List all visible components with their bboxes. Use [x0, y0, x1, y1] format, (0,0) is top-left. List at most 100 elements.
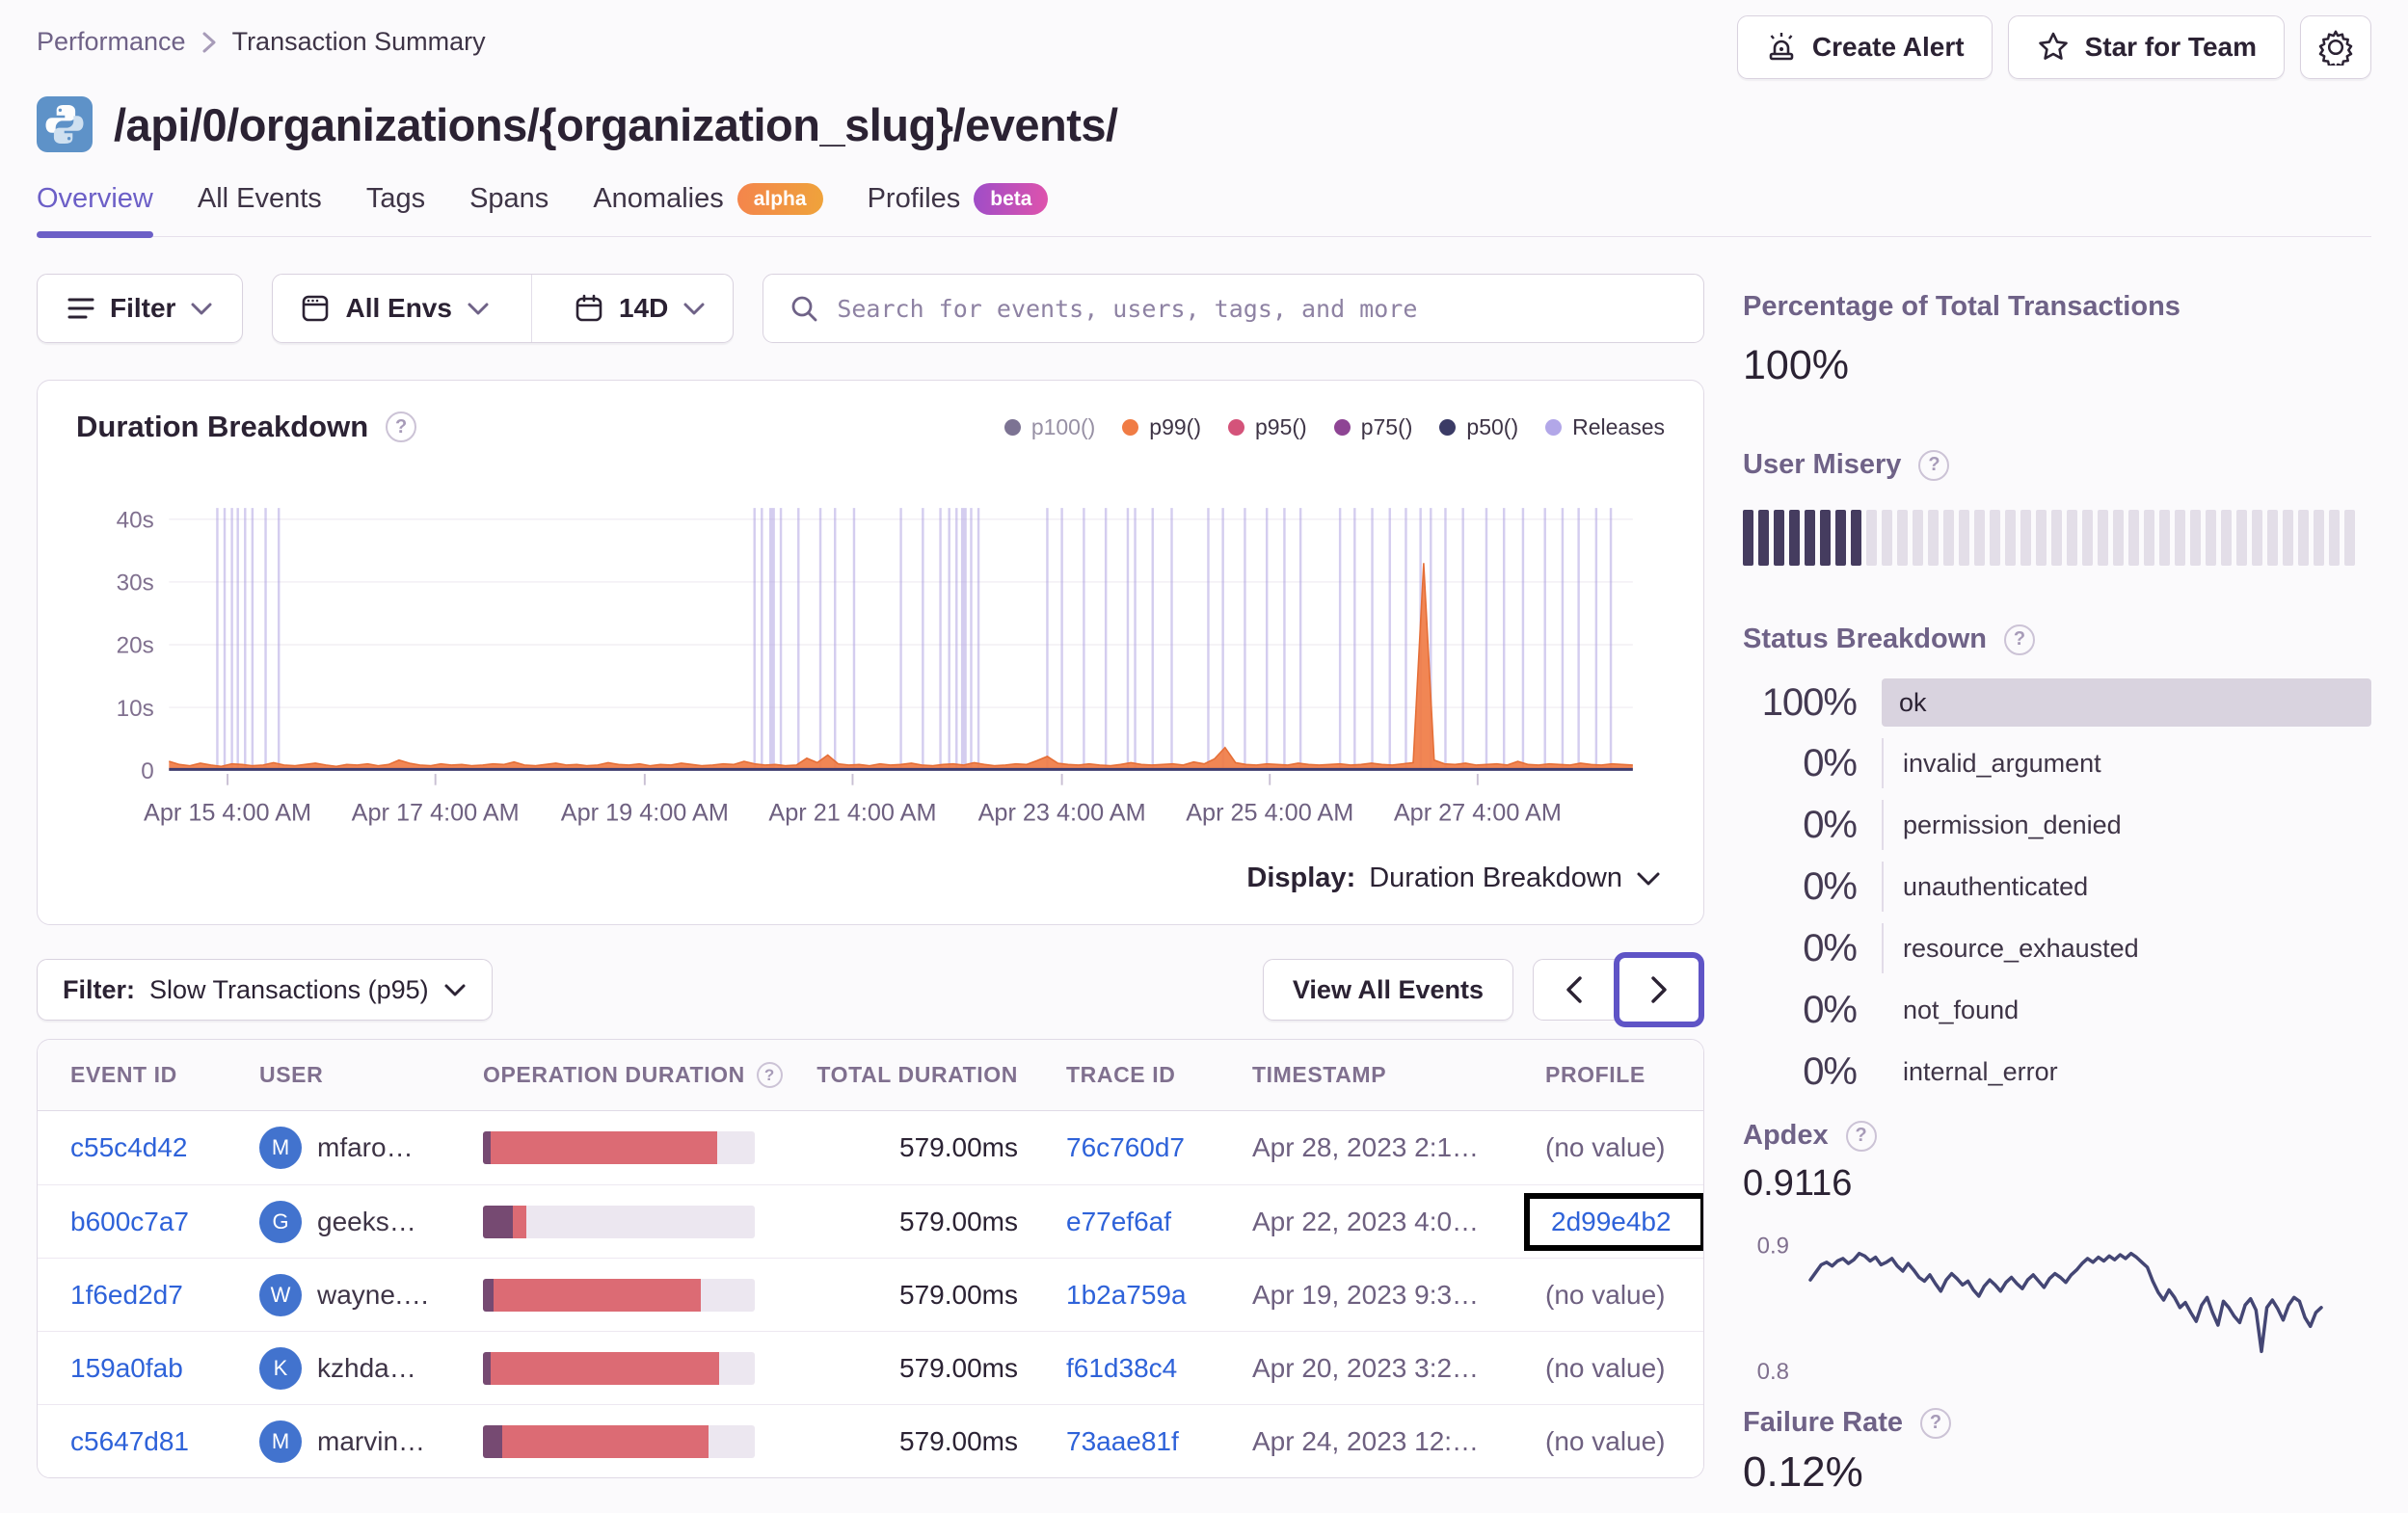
total-duration-cell: 579.00ms — [816, 1207, 1018, 1237]
date-range-value: 14D — [618, 293, 669, 323]
settings-button[interactable] — [2300, 15, 2371, 79]
column-header-profile: PROFILE — [1545, 1062, 1703, 1088]
content: Filter All Envs 14D Search for events, u… — [37, 274, 2371, 1497]
tab-bar: Overview All Events Tags Spans Anomalies… — [37, 183, 2371, 238]
status-label: internal_error — [1903, 1056, 2058, 1086]
tab-spans[interactable]: Spans — [469, 183, 548, 236]
help-icon[interactable]: ? — [1918, 449, 1950, 481]
legend-item-p95[interactable]: p95() — [1228, 414, 1307, 440]
star-for-team-button[interactable]: Star for Team — [2007, 15, 2285, 79]
legend-item-p99[interactable]: p99() — [1122, 414, 1201, 440]
timestamp-cell: Apr 24, 2023 12:… — [1252, 1426, 1545, 1457]
user-name: kzhda… — [317, 1352, 416, 1383]
profile-link[interactable]: 2d99e4b2 — [1551, 1207, 1672, 1237]
status-label: permission_denied — [1882, 800, 2371, 850]
legend-item-p100[interactable]: p100() — [1003, 414, 1095, 440]
misery-tick-filled — [1851, 510, 1861, 566]
pagination-previous-button[interactable] — [1533, 959, 1616, 1021]
help-icon[interactable]: ? — [2004, 624, 2035, 655]
event-id-link[interactable]: 159a0fab — [70, 1353, 183, 1384]
trace-id-link[interactable]: 76c760d7 — [1066, 1132, 1185, 1163]
profile-cell: (no value) — [1545, 1132, 1703, 1163]
create-alert-button[interactable]: Create Alert — [1736, 15, 1993, 79]
total-duration-cell: 579.00ms — [816, 1132, 1018, 1163]
trace-id-link[interactable]: 1b2a759a — [1066, 1280, 1187, 1311]
display-selector[interactable]: Duration Breakdown — [1369, 863, 1622, 894]
tab-overview[interactable]: Overview — [37, 183, 153, 238]
transaction-filter-dropdown[interactable]: Filter: Slow Transactions (p95) — [37, 959, 493, 1021]
column-header-total-duration: TOTAL DURATION — [816, 1062, 1018, 1088]
help-icon[interactable]: ? — [386, 411, 417, 442]
misery-tick-empty — [2036, 510, 2047, 566]
failure-rate-title: Failure Rate — [1743, 1407, 1903, 1438]
bar-segment-red — [513, 1205, 527, 1238]
help-icon[interactable]: ? — [1845, 1120, 1877, 1152]
date-range-selector[interactable]: 14D — [547, 275, 733, 342]
environment-value: All Envs — [345, 293, 452, 323]
event-id-link[interactable]: c55c4d42 — [70, 1132, 187, 1163]
status-zone: unauthenticated — [1882, 862, 2371, 912]
title-row: /api/0/organizations/{organization_slug}… — [37, 96, 2371, 152]
view-all-events-button[interactable]: View All Events — [1262, 959, 1513, 1021]
column-header-label: EVENT ID — [70, 1062, 177, 1087]
search-input[interactable] — [837, 294, 1678, 323]
page-title: /api/0/organizations/{organization_slug}… — [114, 98, 1118, 150]
pagination-next-button[interactable] — [1614, 952, 1704, 1027]
table-row: c55c4d42 Mmfaro… 579.00ms 76c760d7 Apr 28, 2… — [38, 1111, 1703, 1184]
duration-breakdown-chart: 0 10s 20s 30s 40s Apr 15 4:00 AM Apr 17 4:00 A… — [117, 508, 1633, 827]
tab-anomalies[interactable]: Anomalies alpha — [593, 183, 823, 236]
misery-tick-filled — [1835, 510, 1846, 566]
status-label: invalid_argument — [1882, 738, 2371, 788]
tab-tags[interactable]: Tags — [366, 183, 425, 236]
misery-tick-empty — [2329, 510, 2340, 566]
legend-item-releases[interactable]: Releases — [1545, 414, 1665, 440]
misery-tick-empty — [2020, 510, 2031, 566]
user-misery-section: User Misery ? — [1743, 449, 2371, 566]
misery-tick-empty — [1974, 510, 1985, 566]
legend-item-p50[interactable]: p50() — [1439, 414, 1518, 440]
table-controls-right: View All Events — [1262, 952, 1704, 1027]
event-id-link[interactable]: b600c7a7 — [70, 1207, 189, 1237]
user-cell: Ggeeks… — [259, 1200, 483, 1243]
svg-text:10s: 10s — [117, 696, 154, 722]
breadcrumb-performance[interactable]: Performance — [37, 27, 186, 57]
operation-duration-bar — [483, 1424, 755, 1458]
profile-cell: (no value) — [1545, 1426, 1703, 1457]
trace-id-link[interactable]: e77ef6af — [1066, 1207, 1171, 1237]
display-row: Display: Duration Breakdown — [38, 851, 1703, 907]
column-header-timestamp: TIMESTAMP — [1252, 1062, 1545, 1088]
search-bar — [763, 274, 1704, 343]
operation-duration-cell — [483, 1131, 816, 1164]
column-header-label: USER — [259, 1062, 324, 1087]
filter-button[interactable]: Filter — [37, 274, 244, 343]
status-row-permission_denied: 0% permission_denied — [1743, 800, 2371, 850]
avatar: W — [259, 1273, 302, 1316]
tab-label: Anomalies — [593, 183, 724, 214]
chart-legend: p100() p99() p95() p75() p50() Releases — [1003, 414, 1665, 440]
misery-tick-empty — [2314, 510, 2324, 566]
tab-profiles[interactable]: Profiles beta — [868, 183, 1049, 236]
table-body: c55c4d42 Mmfaro… 579.00ms 76c760d7 Apr 28, 2… — [38, 1111, 1703, 1477]
legend-dot — [1545, 418, 1563, 436]
tab-all-events[interactable]: All Events — [198, 183, 322, 236]
pagination — [1533, 952, 1704, 1027]
events-table: EVENT ID USER OPERATION DURATION? TOTAL DUR… — [37, 1039, 1704, 1478]
trace-id-link[interactable]: 73aae81f — [1066, 1426, 1179, 1457]
legend-item-p75[interactable]: p75() — [1333, 414, 1412, 440]
event-id-link[interactable]: c5647d81 — [70, 1426, 189, 1457]
star-icon — [2038, 32, 2068, 60]
help-icon[interactable]: ? — [1920, 1407, 1951, 1439]
avatar: M — [259, 1420, 302, 1463]
timestamp-cell: Apr 22, 2023 4:0… — [1252, 1207, 1545, 1237]
svg-text:Apr 17 4:00 AM: Apr 17 4:00 AM — [352, 800, 520, 827]
main-column: Filter All Envs 14D Search for events, u… — [37, 274, 1704, 1497]
help-icon[interactable]: ? — [756, 1062, 783, 1088]
environment-selector[interactable]: All Envs — [273, 275, 516, 342]
trace-id-link[interactable]: f61d38c4 — [1066, 1353, 1177, 1384]
event-id-link[interactable]: 1f6ed2d7 — [70, 1280, 183, 1311]
svg-text:0.9: 0.9 — [1757, 1234, 1789, 1260]
column-header-label: PROFILE — [1545, 1062, 1645, 1087]
svg-text:30s: 30s — [117, 571, 154, 597]
operation-duration-bar — [483, 1351, 755, 1385]
total-transactions-value: 100% — [1743, 342, 1849, 388]
